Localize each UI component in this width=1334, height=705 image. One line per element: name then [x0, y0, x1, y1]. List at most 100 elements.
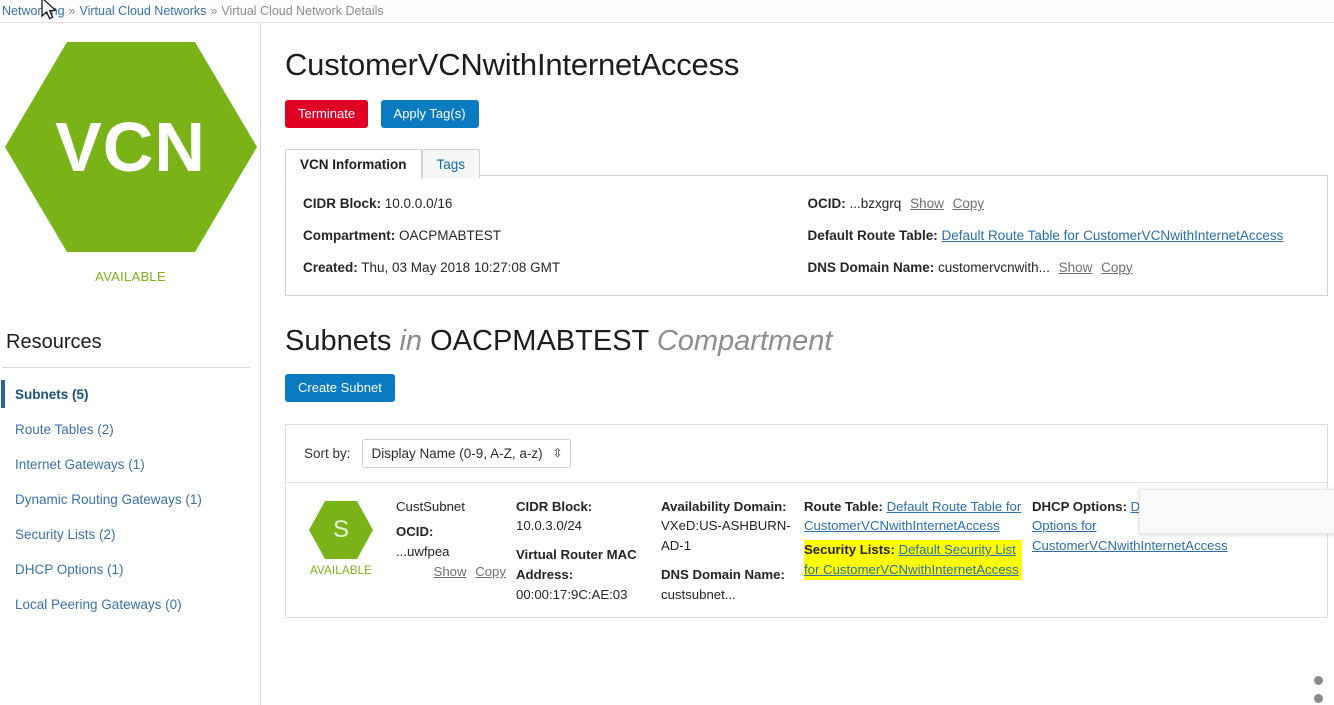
sidebar-item-label: Security Lists (2) — [15, 527, 116, 542]
tab-bar: VCN InformationTags — [285, 148, 1334, 176]
subnet-security-lists-label: Security Lists: — [804, 542, 895, 557]
info-row-created: Created: Thu, 03 May 2018 10:27:08 GMT — [303, 256, 807, 277]
sort-select-wrapper: Display Name (0-9, A-Z, a-z) ⇳ — [362, 439, 571, 468]
resources-list: Subnets (5) Route Tables (2) Internet Gate… — [0, 377, 260, 622]
ocid-show-link[interactable]: Show — [905, 196, 944, 211]
vcn-information-card: CIDR Block: 10.0.0.0/16 Compartment: OAC… — [285, 175, 1328, 296]
sidebar-item-label: DHCP Options (1) — [15, 562, 124, 577]
sidebar-item-subnets-5[interactable]: Subnets (5) — [0, 377, 260, 412]
subnets-heading: Subnets in OACPMABTEST Compartment — [285, 325, 1334, 358]
vcn-badge: VCN AVAILABLE — [0, 23, 261, 284]
subnet-dhcp-label: DHCP Options: — [1032, 499, 1127, 514]
action-bar: Terminate Apply Tag(s) — [285, 100, 1334, 128]
dns-domain-name-label: DNS Domain Name: — [808, 260, 935, 275]
subnet-cidr-cell: CIDR Block: 10.0.3.0/24 Virtual Router M… — [516, 497, 661, 605]
vcn-badge-label: VCN — [4, 107, 258, 187]
sidebar-item-label: Dynamic Routing Gateways (1) — [15, 492, 202, 507]
subnet-name-cell: CustSubnet OCID: ...uwfpea Show Copy — [396, 497, 516, 605]
subnets-heading-prefix: Subnets — [285, 325, 391, 357]
sidebar-item-local-peering-gateways-0[interactable]: Local Peering Gateways (0) — [0, 587, 260, 622]
created-label: Created: — [303, 260, 358, 275]
ocid-label: OCID: — [808, 196, 846, 211]
compartment-value: OACPMABTEST — [399, 228, 501, 243]
subnets-heading-in: in — [399, 325, 422, 357]
resources-title: Resources — [6, 331, 260, 354]
subnet-cidr-value: 10.0.3.0/24 — [516, 518, 582, 533]
subnet-status-text: AVAILABLE — [286, 565, 396, 577]
default-route-table-link[interactable]: Default Route Table for CustomerVCNwithI… — [942, 228, 1284, 243]
tab-tags[interactable]: Tags — [422, 149, 481, 178]
breadcrumb-item-current: Virtual Cloud Network Details — [221, 4, 383, 18]
dns-show-link[interactable]: Show — [1054, 260, 1093, 275]
sidebar-item-label: Local Peering Gateways (0) — [15, 597, 182, 612]
subnet-display-name: CustSubnet — [396, 497, 506, 517]
subnets-heading-compartment: OACPMABTEST — [430, 325, 649, 357]
vcn-info-left-column: CIDR Block: 10.0.0.0/16 Compartment: OAC… — [286, 192, 807, 277]
subnet-availability-domain-cell: Availability Domain: VXeD:US-ASHBURN-AD-… — [661, 497, 804, 605]
subnet-hexagon-icon: S — [308, 500, 374, 560]
sort-by-label: Sort by: — [304, 446, 351, 461]
subnet-status-cell: S AVAILABLE — [286, 497, 396, 605]
info-row-default-route-table: Default Route Table: Default Route Table… — [808, 224, 1328, 256]
sidebar-item-internet-gateways-1[interactable]: Internet Gateways (1) — [0, 447, 260, 482]
dot-1 — [1314, 676, 1323, 685]
subnet-ocid-show-link[interactable]: Show — [429, 564, 467, 579]
subnet-route-table-cell: Route Table: Default Route Table for Cus… — [804, 497, 1032, 605]
dns-domain-name-value: customervcnwith... — [938, 260, 1050, 275]
create-subnet-bar: Create Subnet — [285, 374, 1334, 402]
subnets-heading-suffix: Compartment — [657, 325, 833, 357]
main-content: CustomerVCNwithInternetAccess Terminate … — [262, 23, 1334, 705]
dot-2 — [1314, 694, 1323, 703]
subnet-dns-label: DNS Domain Name: — [661, 567, 785, 582]
sidebar-item-label: Internet Gateways (1) — [15, 457, 145, 472]
subnet-ad-label: Availability Domain: — [661, 499, 787, 514]
cidr-block-value: 10.0.0.0/16 — [385, 196, 453, 211]
terminate-button[interactable]: Terminate — [285, 100, 368, 128]
subnet-vr-mac-value: 00:00:17:9C:AE:03 — [516, 587, 627, 602]
ocid-value: ...bzxgrq — [850, 196, 902, 211]
breadcrumb: Networking»Virtual Cloud Networks»Virtua… — [0, 0, 1334, 23]
vcn-hexagon-icon: VCN — [4, 37, 258, 257]
info-row-ocid: OCID: ...bzxgrq Show Copy — [808, 192, 1328, 224]
info-row-dns-domain-name: DNS Domain Name: customervcnwith... Show… — [808, 256, 1328, 277]
subnet-cidr-label: CIDR Block: — [516, 499, 592, 514]
page-title: CustomerVCNwithInternetAccess — [285, 47, 1334, 83]
subnet-security-lists-highlight: Security Lists: Default Security List fo… — [804, 540, 1022, 580]
sidebar-item-label: Subnets (5) — [15, 387, 89, 402]
subnet-status-initial: S — [308, 516, 374, 544]
sidebar-item-security-lists-2[interactable]: Security Lists (2) — [0, 517, 260, 552]
info-row-compartment: Compartment: OACPMABTEST — [303, 224, 807, 256]
subnet-dns-value: custsubnet... — [661, 587, 736, 602]
create-subnet-button[interactable]: Create Subnet — [285, 374, 395, 402]
default-route-table-label: Default Route Table: — [808, 228, 938, 243]
floating-popup-panel — [1139, 489, 1334, 534]
breadcrumb-item-networking[interactable]: Networking — [2, 4, 65, 18]
sort-select[interactable]: Display Name (0-9, A-Z, a-z) — [362, 439, 571, 468]
sort-row: Sort by: Display Name (0-9, A-Z, a-z) ⇳ — [286, 425, 1327, 483]
vcn-status-text: AVAILABLE — [0, 269, 261, 284]
sidebar-item-label: Route Tables (2) — [15, 422, 114, 437]
subnet-ocid-copy-link[interactable]: Copy — [470, 564, 506, 579]
vcn-info-right-column: OCID: ...bzxgrq Show Copy Default Route … — [807, 192, 1328, 277]
sidebar-item-dynamic-routing-gateways-1[interactable]: Dynamic Routing Gateways (1) — [0, 482, 260, 517]
info-row-cidr-block: CIDR Block: 10.0.0.0/16 — [303, 192, 807, 224]
breadcrumb-separator: » — [65, 4, 80, 18]
cidr-block-label: CIDR Block: — [303, 196, 381, 211]
subnet-route-table-label: Route Table: — [804, 499, 883, 514]
subnet-ad-value: VXeD:US-ASHBURN-AD-1 — [661, 518, 791, 553]
left-sidebar: VCN AVAILABLE Resources Subnets (5) Route… — [0, 23, 261, 705]
dns-copy-link[interactable]: Copy — [1096, 260, 1133, 275]
apply-tags-button[interactable]: Apply Tag(s) — [381, 100, 479, 128]
tab-vcn-information[interactable]: VCN Information — [285, 149, 422, 179]
breadcrumb-item-virtual-cloud-networks[interactable]: Virtual Cloud Networks — [79, 4, 206, 18]
subnet-ocid-label: OCID: — [396, 524, 433, 539]
created-value: Thu, 03 May 2018 10:27:08 GMT — [361, 260, 560, 275]
sidebar-item-route-tables-2[interactable]: Route Tables (2) — [0, 412, 260, 447]
page-root: Networking»Virtual Cloud Networks»Virtua… — [0, 0, 1334, 705]
resources-divider — [2, 367, 250, 368]
ocid-copy-link[interactable]: Copy — [948, 196, 985, 211]
sidebar-item-dhcp-options-1[interactable]: DHCP Options (1) — [0, 552, 260, 587]
compartment-label: Compartment: — [303, 228, 395, 243]
breadcrumb-separator-2: » — [206, 4, 221, 18]
subnet-vr-mac-label: Virtual Router MAC Address: — [516, 547, 637, 582]
